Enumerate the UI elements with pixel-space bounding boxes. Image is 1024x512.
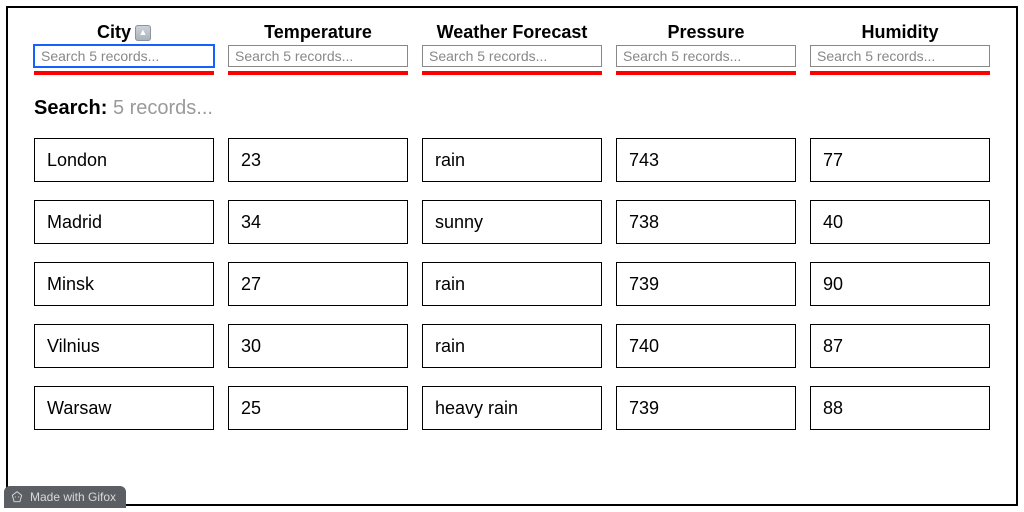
- cell-city: Vilnius: [34, 324, 214, 368]
- column-underline: [228, 71, 408, 75]
- cell-temperature: 25: [228, 386, 408, 430]
- cell-pressure: 739: [616, 386, 796, 430]
- gifox-logo-icon: [10, 490, 24, 504]
- cell-humidity: 40: [810, 200, 990, 244]
- column-underline: [34, 71, 214, 75]
- cell-temperature: 23: [228, 138, 408, 182]
- gifox-watermark: Made with Gifox: [4, 486, 126, 508]
- column-header-humidity: Humidity: [810, 22, 990, 75]
- column-header-pressure: Pressure: [616, 22, 796, 75]
- cell-city: London: [34, 138, 214, 182]
- cell-pressure: 739: [616, 262, 796, 306]
- cell-forecast: heavy rain: [422, 386, 602, 430]
- app-frame: City ▲ Temperature Weather Forecast Pres…: [6, 6, 1018, 506]
- search-label: Search:: [34, 97, 107, 119]
- column-underline: [616, 71, 796, 75]
- column-title: City: [97, 22, 131, 43]
- column-filter-temperature[interactable]: [228, 45, 408, 67]
- cell-city: Warsaw: [34, 386, 214, 430]
- column-header-row: City ▲ Temperature Weather Forecast Pres…: [34, 22, 990, 75]
- global-search-row: Search: 5 records...: [34, 97, 990, 120]
- cell-pressure: 740: [616, 324, 796, 368]
- column-header-city: City ▲: [34, 22, 214, 75]
- column-title: Pressure: [667, 22, 744, 43]
- cell-city: Madrid: [34, 200, 214, 244]
- cell-pressure: 738: [616, 200, 796, 244]
- column-filter-humidity[interactable]: [810, 45, 990, 67]
- search-value: 5 records...: [113, 97, 213, 119]
- cell-humidity: 87: [810, 324, 990, 368]
- cell-forecast: rain: [422, 262, 602, 306]
- column-header-temperature: Temperature: [228, 22, 408, 75]
- cell-forecast: rain: [422, 138, 602, 182]
- column-title: Humidity: [861, 22, 938, 43]
- cell-humidity: 88: [810, 386, 990, 430]
- gifox-text: Made with Gifox: [30, 490, 116, 504]
- column-header-forecast: Weather Forecast: [422, 22, 602, 75]
- column-filter-pressure[interactable]: [616, 45, 796, 67]
- column-filter-forecast[interactable]: [422, 45, 602, 67]
- cell-humidity: 77: [810, 138, 990, 182]
- column-filter-city[interactable]: [34, 45, 214, 67]
- column-title: Temperature: [264, 22, 372, 43]
- cell-temperature: 27: [228, 262, 408, 306]
- column-underline: [422, 71, 602, 75]
- cell-pressure: 743: [616, 138, 796, 182]
- data-grid: London 23 rain 743 77 Madrid 34 sunny 73…: [34, 138, 990, 430]
- cell-temperature: 34: [228, 200, 408, 244]
- cell-humidity: 90: [810, 262, 990, 306]
- column-underline: [810, 71, 990, 75]
- cell-forecast: sunny: [422, 200, 602, 244]
- column-title: Weather Forecast: [437, 22, 588, 43]
- cell-city: Minsk: [34, 262, 214, 306]
- sort-ascending-icon[interactable]: ▲: [135, 25, 151, 41]
- cell-temperature: 30: [228, 324, 408, 368]
- cell-forecast: rain: [422, 324, 602, 368]
